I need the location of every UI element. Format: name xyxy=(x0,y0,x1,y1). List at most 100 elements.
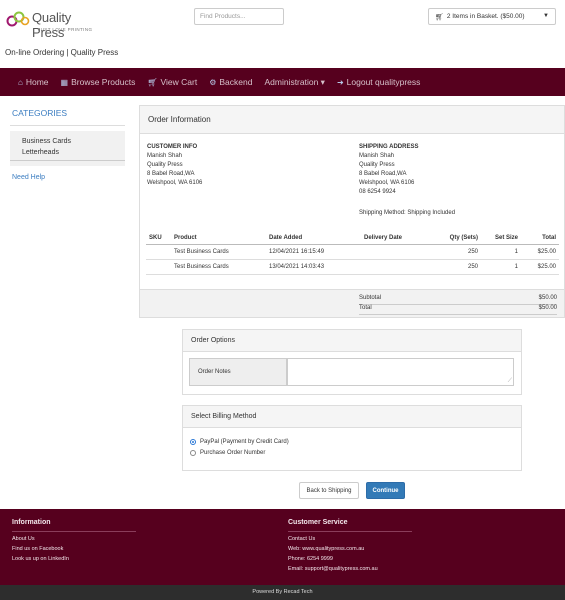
subtotal-label: Subtotal xyxy=(359,295,382,301)
nav-logout[interactable]: ➜ Logout qualitypress xyxy=(337,77,420,87)
grid-icon: ▦ xyxy=(60,77,69,87)
search-input[interactable] xyxy=(194,8,284,25)
cell-total: $25.00 xyxy=(521,244,559,260)
billing-option-purchase-order[interactable]: Purchase Order Number xyxy=(190,450,265,456)
footer-link-facebook[interactable]: Find us on Facebook xyxy=(12,546,136,552)
nav-backend[interactable]: ⚙ Backend xyxy=(209,77,252,87)
resize-grip-icon[interactable]: ⟋ xyxy=(508,377,512,385)
radio-selected-icon[interactable] xyxy=(190,439,196,445)
cell-qty: 250 xyxy=(431,244,481,260)
cell-set-size: 1 xyxy=(481,259,521,275)
order-info-panel: Order Information CUSTOMER INFO Manish S… xyxy=(139,105,565,318)
total-row: Total $50.00 xyxy=(359,305,557,315)
nav-browse-label: Browse Products xyxy=(71,77,136,87)
nav-view-cart[interactable]: 🛒︎ View Cart xyxy=(147,77,197,87)
billing-method-panel: Select Billing Method PayPal (Payment by… xyxy=(182,405,522,471)
col-delivery-date: Delivery Date xyxy=(361,232,431,245)
table-row: Test Business Cards 12/04/2021 16:15:49 … xyxy=(146,244,559,260)
shipping-line: Welshpool, WA 6106 xyxy=(359,180,415,186)
footer-information: Information About Us Find us on Facebook… xyxy=(12,519,136,562)
footer-customer-service: Customer Service Contact Us Web: www.qua… xyxy=(288,519,412,572)
need-help-link[interactable]: Need Help xyxy=(10,166,125,189)
shipping-line: Manish Shah xyxy=(359,153,395,159)
basket-label: 2 Items in Basket. ($50.00) xyxy=(446,13,525,20)
continue-button[interactable]: Continue xyxy=(366,482,405,499)
order-notes-textarea[interactable]: ⟋ xyxy=(287,358,514,386)
billing-option-paypal[interactable]: PayPal (Payment by Credit Card) xyxy=(190,439,289,445)
billing-method-title: Select Billing Method xyxy=(183,406,521,428)
nav-home[interactable]: ⌂ Home xyxy=(18,77,49,87)
table-header-row: SKU Product Date Added Delivery Date Qty… xyxy=(146,232,559,245)
customer-line: 8 Babel Road,WA xyxy=(147,171,195,177)
shipping-address: SHIPPING ADDRESS Manish Shah Quality Pre… xyxy=(359,143,418,197)
footer-service-title: Customer Service xyxy=(288,519,412,532)
footer-web[interactable]: Web: www.qualitypress.com.au xyxy=(288,546,412,552)
footer-link-linkedin[interactable]: Look us up on LinkedIn xyxy=(12,556,136,562)
billing-option-label: PayPal (Payment by Credit Card) xyxy=(200,439,289,445)
sidebar: CATEGORIES Business Cards Letterheads Ne… xyxy=(10,103,125,189)
cell-delivery xyxy=(361,259,431,275)
cell-date: 12/04/2021 16:15:49 xyxy=(266,244,361,260)
col-qty: Qty (Sets) xyxy=(431,232,481,245)
back-to-shipping-button[interactable]: Back to Shipping xyxy=(299,482,359,499)
totals-section: Subtotal $50.00 Total $50.00 xyxy=(140,289,564,317)
radio-unselected-icon[interactable] xyxy=(190,450,196,456)
col-sku: SKU xyxy=(146,232,171,245)
copyright-bar: Powered By Recad Tech xyxy=(0,585,565,600)
logo-tagline: JUST LOVE PRINTING xyxy=(38,27,93,32)
cell-sku xyxy=(146,259,171,275)
logo[interactable]: Quality Press JUST LOVE PRINTING xyxy=(6,7,96,40)
basket-dropdown[interactable]: 🛒︎ 2 Items in Basket. ($50.00) ▼ xyxy=(428,8,556,25)
nav-administration[interactable]: Administration ▾ xyxy=(264,77,324,88)
order-info-title: Order Information xyxy=(140,106,564,134)
category-business-cards[interactable]: Business Cards xyxy=(10,136,125,147)
col-date-added: Date Added xyxy=(266,232,361,245)
footer-link-about[interactable]: About Us xyxy=(12,536,136,542)
cell-sku xyxy=(146,244,171,260)
header: Quality Press JUST LOVE PRINTING 🛒︎ 2 It… xyxy=(0,0,565,68)
order-notes-label: Order Notes xyxy=(189,358,287,386)
footer-info-title: Information xyxy=(12,519,136,532)
table-row: Test Business Cards 13/04/2021 14:03:43 … xyxy=(146,259,559,275)
home-icon: ⌂ xyxy=(18,77,23,87)
shipping-line: 08 6254 9924 xyxy=(359,189,396,195)
cell-product: Test Business Cards xyxy=(171,244,266,260)
sign-out-icon: ➜ xyxy=(336,77,344,87)
order-options-title: Order Options xyxy=(183,330,521,352)
caret-down-icon: ▼ xyxy=(543,13,549,19)
footer: Information About Us Find us on Facebook… xyxy=(0,509,565,585)
cell-qty: 250 xyxy=(431,259,481,275)
cell-date: 13/04/2021 14:03:43 xyxy=(266,259,361,275)
footer-email[interactable]: Email: support@qualitypress.com.au xyxy=(288,566,412,572)
cell-delivery xyxy=(361,244,431,260)
customer-info-heading: CUSTOMER INFO xyxy=(147,144,198,150)
customer-line: Manish Shah xyxy=(147,153,183,159)
shipping-heading: SHIPPING ADDRESS xyxy=(359,144,419,150)
subtotal-value: $50.00 xyxy=(538,295,557,301)
categories-title: CATEGORIES xyxy=(10,103,125,126)
col-product: Product xyxy=(171,232,266,245)
customer-info: CUSTOMER INFO Manish Shah Quality Press … xyxy=(147,143,202,188)
nav-browse-products[interactable]: ▦ Browse Products xyxy=(61,77,136,87)
nav-backend-label: Backend xyxy=(219,77,253,87)
divider xyxy=(10,160,125,161)
shipping-line: 8 Babel Road,WA xyxy=(359,171,407,177)
customer-line: Welshpool, WA 6106 xyxy=(147,180,203,186)
col-total: Total xyxy=(521,232,559,245)
footer-link-contact[interactable]: Contact Us xyxy=(288,536,412,542)
total-value: $50.00 xyxy=(538,305,557,311)
nav-logout-label: Logout qualitypress xyxy=(346,77,421,87)
cart-icon: 🛒︎ xyxy=(147,77,158,87)
order-items-table: SKU Product Date Added Delivery Date Qty… xyxy=(146,232,559,275)
total-label: Total xyxy=(359,305,372,311)
shipping-method: Shipping Method: Shipping Included xyxy=(359,210,456,216)
col-set-size: Set Size xyxy=(481,232,521,245)
billing-option-label: Purchase Order Number xyxy=(200,450,266,456)
gears-icon: ⚙ xyxy=(209,77,217,87)
customer-line: Quality Press xyxy=(147,162,183,168)
category-letterheads[interactable]: Letterheads xyxy=(10,147,125,158)
nav-admin-label: Administration ▾ xyxy=(264,76,325,87)
order-options-panel: Order Options Order Notes ⟋ xyxy=(182,329,522,395)
subtotal-row: Subtotal $50.00 xyxy=(359,295,557,305)
cart-icon: 🛒︎ xyxy=(435,13,444,21)
